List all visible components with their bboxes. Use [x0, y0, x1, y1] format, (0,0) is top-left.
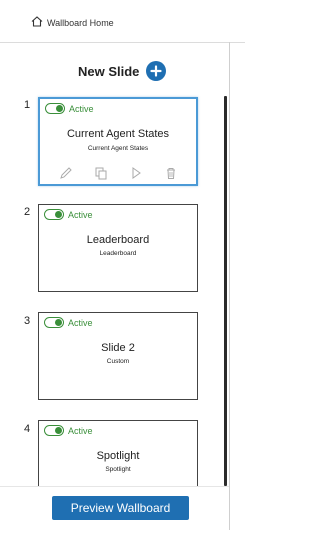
copy-icon[interactable] — [94, 166, 108, 180]
slide-card-4[interactable]: Active Spotlight Spotlight — [38, 420, 198, 486]
toggle-switch — [44, 317, 64, 328]
panel-divider — [229, 42, 230, 530]
list-bottom-divider — [0, 486, 229, 487]
play-icon[interactable] — [129, 166, 143, 180]
active-label: Active — [68, 209, 93, 220]
slide-title: Leaderboard — [86, 234, 150, 246]
slide-card-1[interactable]: Active Current Agent States Current Agen… — [38, 97, 198, 186]
slide-number: 4 — [24, 423, 31, 435]
pencil-icon[interactable] — [59, 166, 73, 180]
active-label: Active — [68, 425, 93, 436]
toggle-switch — [44, 209, 64, 220]
slide-subtitle: Custom — [106, 358, 130, 365]
wallboard-editor: Wallboard Home New Slide 1 Active Curren… — [0, 0, 245, 554]
active-label: Active — [68, 317, 93, 328]
top-bar: Wallboard Home — [0, 0, 245, 43]
active-toggle[interactable]: Active — [44, 317, 93, 328]
slide-number: 1 — [24, 99, 31, 111]
slide-title: Spotlight — [96, 450, 140, 462]
add-slide-button[interactable] — [146, 61, 167, 81]
slide-card-2[interactable]: Active Leaderboard Leaderboard — [38, 204, 198, 292]
slide-subtitle: Leaderboard — [99, 250, 137, 257]
active-toggle[interactable]: Active — [45, 103, 94, 114]
trash-icon[interactable] — [164, 166, 178, 180]
preview-wallboard-button[interactable]: Preview Wallboard — [52, 496, 189, 520]
plus-icon — [150, 65, 163, 77]
home-label: Wallboard Home — [47, 17, 114, 28]
active-label: Active — [69, 103, 94, 114]
wallboard-home-link[interactable]: Wallboard Home — [31, 16, 114, 29]
home-icon — [31, 16, 47, 29]
active-toggle[interactable]: Active — [44, 425, 93, 436]
scrollbar[interactable] — [224, 96, 227, 486]
toggle-switch — [44, 425, 64, 436]
new-slide-label: New Slide — [78, 63, 140, 79]
active-toggle[interactable]: Active — [44, 209, 93, 220]
slide-actions — [40, 166, 196, 180]
slide-subtitle: Current Agent States — [87, 145, 149, 152]
slide-number: 2 — [24, 206, 31, 218]
slide-number: 3 — [24, 315, 31, 327]
slide-title: Current Agent States — [66, 128, 170, 140]
slide-card-3[interactable]: Active Slide 2 Custom — [38, 312, 198, 400]
slide-subtitle: Spotlight — [105, 466, 131, 473]
slide-title: Slide 2 — [101, 342, 135, 354]
toggle-switch — [45, 103, 65, 114]
new-slide-control: New Slide — [78, 61, 167, 81]
